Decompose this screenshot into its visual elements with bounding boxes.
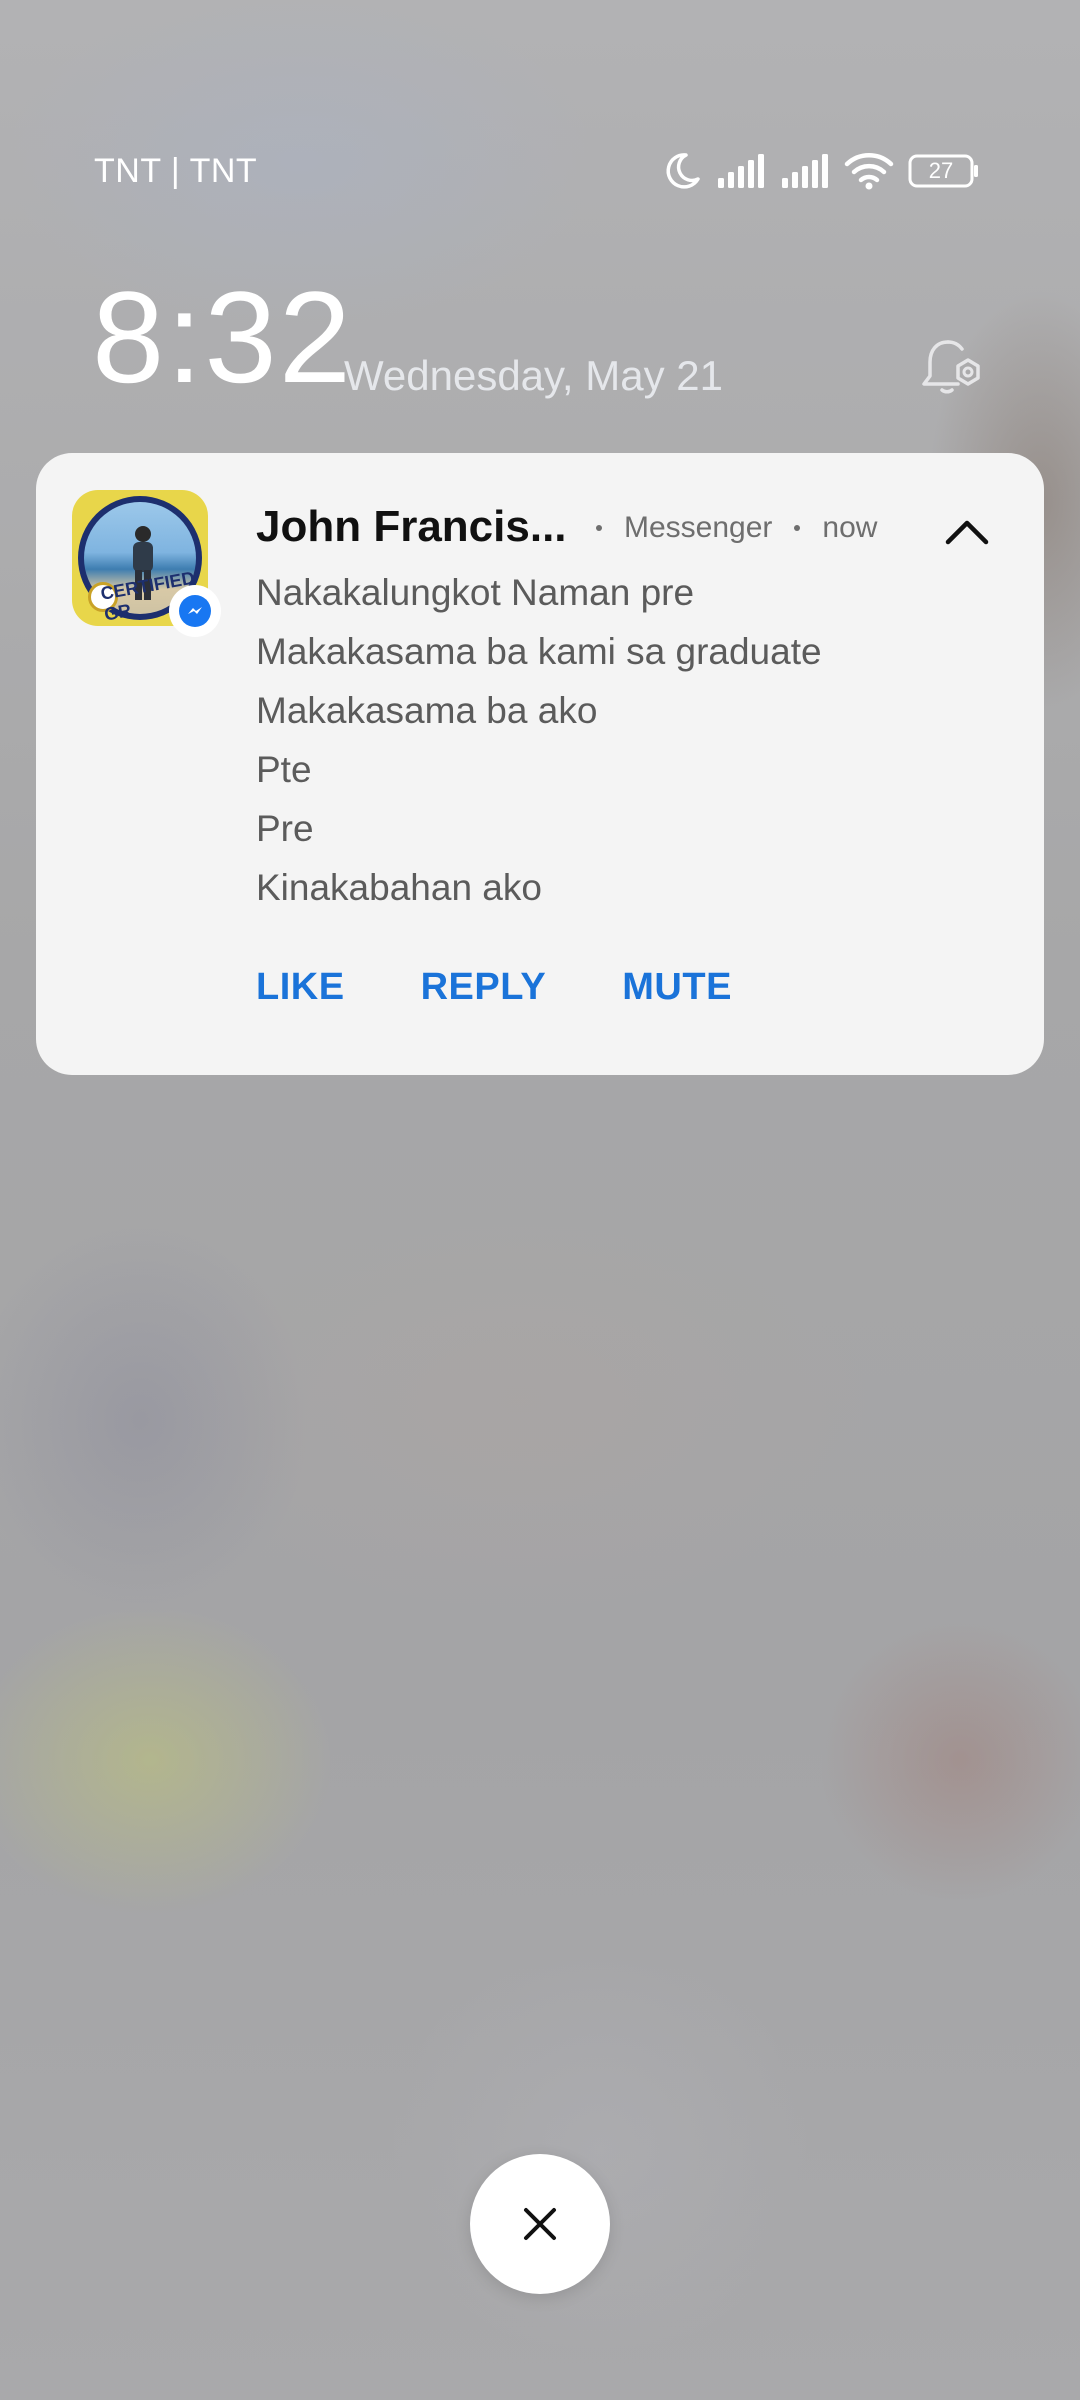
notification-app-name: Messenger	[624, 511, 773, 544]
notification-time: now	[822, 511, 878, 544]
message-item: Kinakabahan ako	[256, 867, 542, 908]
battery-level: 27	[928, 158, 954, 183]
message-list: Nakakalungkot Naman pre Makakasama ba ka…	[256, 563, 822, 917]
notification-meta: Messenger now	[596, 511, 877, 545]
alarm-settings-icon[interactable]	[918, 334, 986, 402]
dismiss-button[interactable]	[470, 2154, 610, 2294]
separator-dot	[596, 525, 602, 531]
message-item: Pre	[256, 808, 314, 849]
wifi-icon	[844, 153, 894, 190]
moon-icon	[666, 153, 700, 189]
messenger-app-badge	[169, 585, 221, 637]
messenger-icon	[188, 607, 202, 614]
separator-dot	[794, 525, 801, 531]
battery-icon: 27	[908, 154, 980, 188]
signal-icon	[718, 154, 764, 188]
message-item: Makakasama ba kami sa graduate	[256, 631, 822, 672]
mute-button[interactable]: MUTE	[622, 966, 732, 1009]
carrier-label: TNT | TNT	[94, 152, 258, 190]
like-button[interactable]: LIKE	[256, 966, 345, 1009]
chevron-up-icon[interactable]	[940, 508, 994, 556]
close-icon	[524, 2208, 556, 2240]
clock-date: Wednesday, May 21	[344, 352, 723, 399]
message-item: Makakasama ba ako	[256, 690, 598, 731]
status-icons: 27	[662, 148, 980, 194]
signal-icon	[782, 154, 828, 188]
message-item: Nakakalungkot Naman pre	[256, 572, 695, 613]
notification-sender: John Francis...	[256, 502, 567, 551]
reply-button[interactable]: REPLY	[421, 966, 547, 1009]
message-item: Pte	[256, 749, 312, 790]
clock-time: 8:32	[92, 264, 354, 410]
notification-actions: LIKE REPLY MUTE	[256, 966, 732, 1009]
